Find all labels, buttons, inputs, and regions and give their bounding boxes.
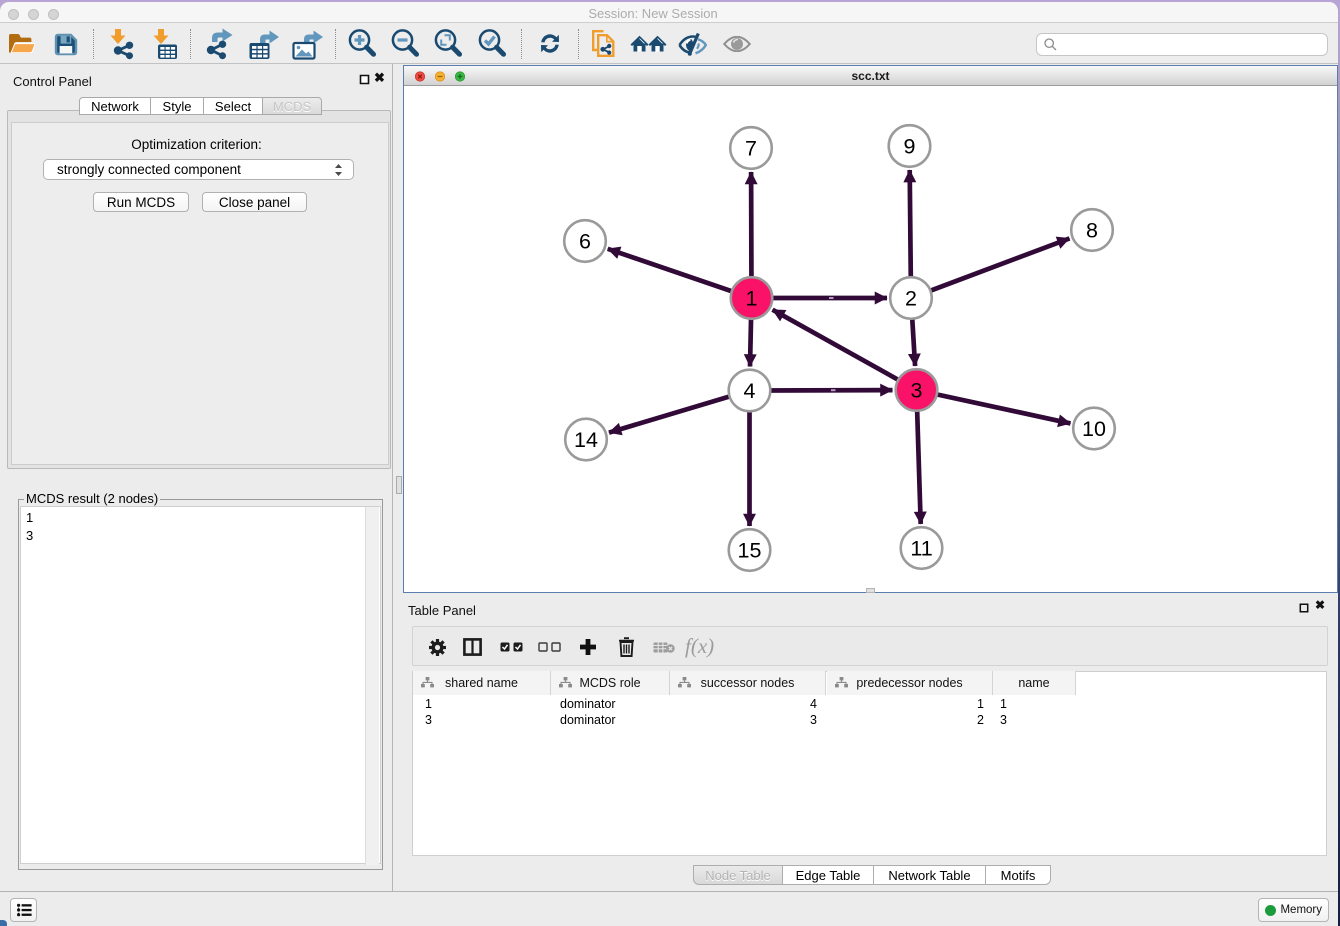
svg-text:14: 14	[574, 428, 598, 452]
svg-text:11: 11	[910, 537, 932, 561]
svg-text:6: 6	[579, 230, 591, 254]
svg-text:2: 2	[905, 287, 917, 311]
svg-text:1: 1	[746, 287, 758, 311]
svg-text:3: 3	[911, 379, 923, 403]
svg-text:8: 8	[1086, 219, 1098, 243]
svg-text:7: 7	[745, 137, 757, 161]
svg-text:9: 9	[904, 135, 916, 159]
svg-text:10: 10	[1082, 417, 1106, 441]
svg-text:4: 4	[744, 379, 756, 403]
svg-text:15: 15	[738, 539, 762, 563]
